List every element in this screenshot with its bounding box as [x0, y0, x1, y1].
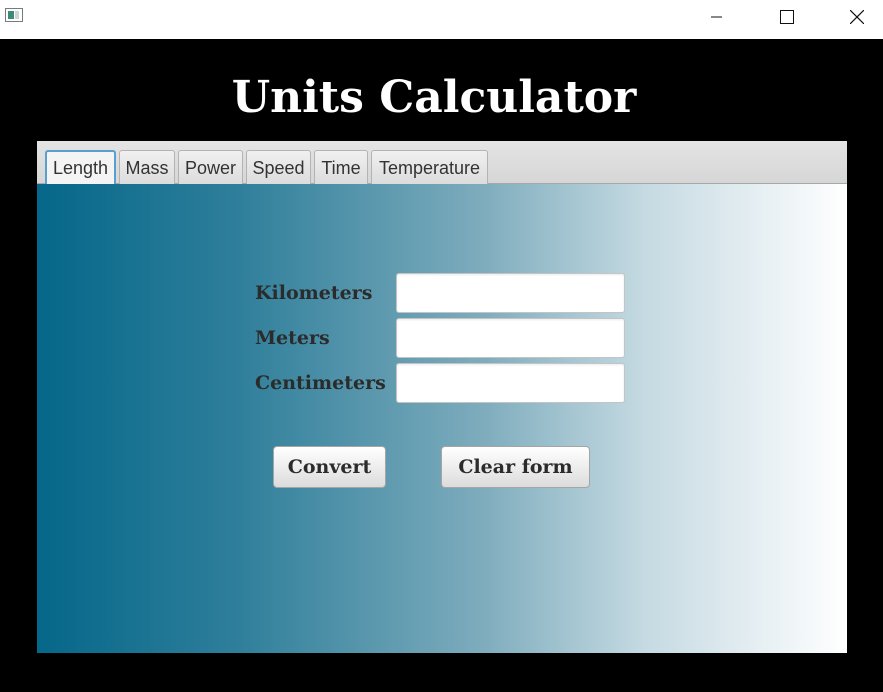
tab-header: Length Mass Power Speed Time Temperature: [37, 141, 847, 184]
tab-length[interactable]: Length: [45, 150, 116, 184]
meters-label: Meters: [255, 327, 330, 349]
tab-speed[interactable]: Speed: [246, 150, 311, 184]
maximize-button[interactable]: [764, 0, 810, 33]
centimeters-input[interactable]: [396, 363, 625, 403]
minimize-button[interactable]: [694, 0, 740, 33]
close-icon: [850, 9, 864, 24]
meters-input[interactable]: [396, 318, 625, 358]
app-title: Units Calculator: [231, 72, 637, 123]
app-icon: [5, 8, 23, 22]
tab-time[interactable]: Time: [314, 150, 368, 184]
tab-pane: Length Mass Power Speed Time Temperature…: [37, 141, 847, 653]
close-button[interactable]: [834, 0, 880, 33]
minimize-icon: [711, 16, 722, 17]
length-form: Kilometers Meters Centimeters Convert Cl…: [37, 184, 847, 653]
window-titlebar: [0, 0, 883, 39]
convert-button[interactable]: Convert: [273, 446, 386, 488]
maximize-icon: [780, 9, 794, 24]
tab-power[interactable]: Power: [178, 150, 243, 184]
centimeters-label: Centimeters: [255, 372, 386, 394]
tab-mass[interactable]: Mass: [119, 150, 175, 184]
tab-temperature[interactable]: Temperature: [371, 150, 488, 184]
kilometers-input[interactable]: [396, 273, 625, 313]
kilometers-label: Kilometers: [255, 282, 373, 304]
clear-form-button[interactable]: Clear form: [441, 446, 590, 488]
